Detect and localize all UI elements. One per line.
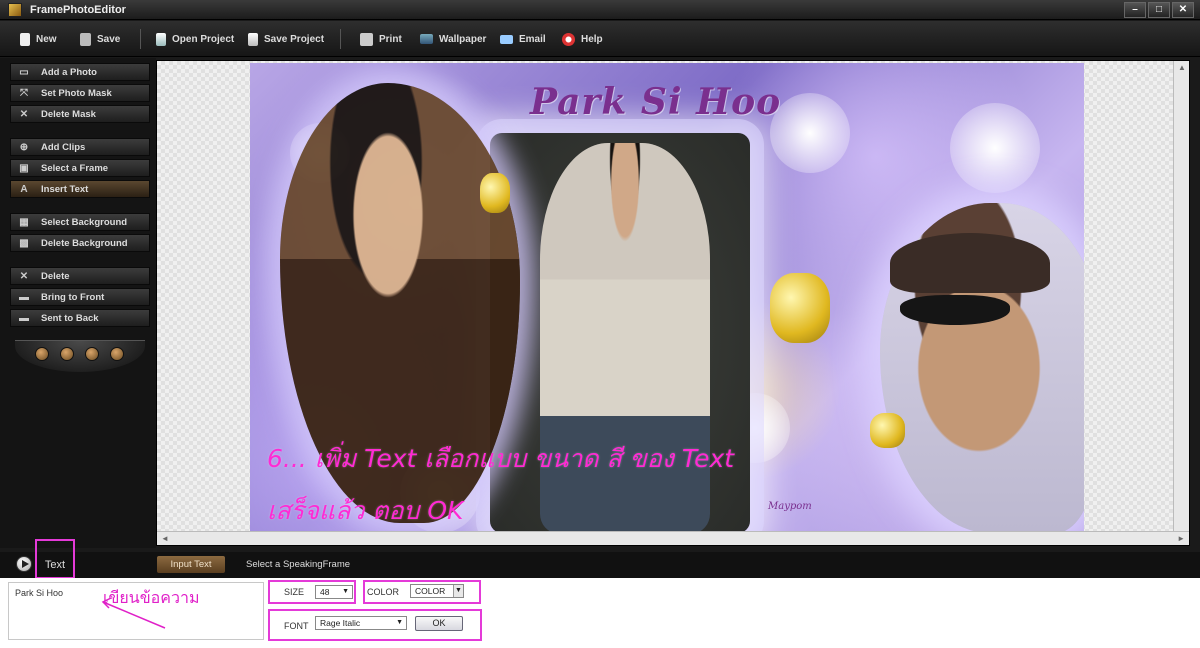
sunglasses-shape bbox=[900, 295, 1010, 325]
chevron-down-icon: ▼ bbox=[453, 585, 463, 597]
print-button[interactable]: Print bbox=[360, 31, 402, 47]
font-label: FONT bbox=[284, 621, 309, 631]
sidebar-item-bring-to-front[interactable]: ▬ Bring to Front bbox=[10, 288, 150, 306]
annotation-text: เขียนข้อความ bbox=[103, 588, 200, 607]
background-icon: ▦ bbox=[19, 216, 29, 228]
sparkle bbox=[950, 103, 1040, 193]
sidebar-item-insert-text[interactable]: A Insert Text bbox=[10, 180, 150, 198]
frame-icon: ▣ bbox=[19, 162, 29, 174]
toolbar-divider bbox=[140, 29, 141, 49]
tools-sidebar: ▭ Add a Photo ⤧ Set Photo Mask ✕ Delete … bbox=[0, 58, 156, 548]
mask-icon: ⤧ bbox=[20, 87, 28, 99]
delete-mask-icon: ✕ bbox=[19, 108, 29, 120]
open-project-button[interactable]: Open Project bbox=[156, 31, 234, 47]
sidebar-item-set-photo-mask[interactable]: ⤧ Set Photo Mask bbox=[10, 84, 150, 102]
gem bbox=[770, 273, 830, 343]
email-button[interactable]: Email bbox=[500, 31, 546, 47]
sidebar-item-select-frame[interactable]: ▣ Select a Frame bbox=[10, 159, 150, 177]
scroll-right-icon[interactable]: ► bbox=[1177, 534, 1185, 543]
sidebar-item-delete-background[interactable]: ▩ Delete Background bbox=[10, 234, 150, 252]
save-project-icon bbox=[248, 32, 258, 46]
new-icon bbox=[20, 32, 30, 46]
ok-button[interactable]: OK bbox=[415, 616, 463, 631]
scroll-up-icon[interactable]: ▲ bbox=[1178, 63, 1186, 72]
zoom-in-icon[interactable] bbox=[35, 347, 49, 361]
delete-icon: ✕ bbox=[19, 270, 29, 282]
cap-shape bbox=[890, 233, 1050, 293]
photo-title-text[interactable]: Park Si Hoo bbox=[530, 81, 781, 123]
color-label: COLOR bbox=[367, 587, 400, 597]
title-bar: FramePhotoEditor – □ ✕ bbox=[0, 0, 1200, 20]
email-icon bbox=[500, 34, 513, 44]
maximize-button[interactable]: □ bbox=[1148, 2, 1170, 18]
tab-input-text[interactable]: Input Text bbox=[157, 556, 225, 573]
zoom-dock bbox=[15, 340, 145, 372]
front-icon: ▬ bbox=[19, 291, 29, 303]
sparkle bbox=[770, 93, 850, 173]
close-button[interactable]: ✕ bbox=[1172, 2, 1194, 18]
toolbar-divider bbox=[340, 29, 341, 49]
editor-canvas[interactable]: Park Si Hoo Maypom 6... เพิ่ม Text เลือก… bbox=[156, 60, 1190, 546]
delete-background-icon: ▩ bbox=[19, 237, 29, 249]
add-photo-icon: ▭ bbox=[19, 66, 29, 78]
chevron-down-icon: ▼ bbox=[342, 588, 349, 595]
save-project-button[interactable]: Save Project bbox=[248, 31, 324, 47]
color-select[interactable]: COLOR ▼ bbox=[410, 584, 464, 598]
open-project-icon bbox=[156, 32, 166, 46]
sidebar-item-select-background[interactable]: ▦ Select Background bbox=[10, 213, 150, 231]
fit-icon[interactable] bbox=[60, 347, 74, 361]
clips-icon: ⊕ bbox=[19, 141, 29, 153]
text-properties-panel: Park Si Hoo เขียนข้อความ SIZE 48 ▼ COLOR… bbox=[0, 578, 1200, 648]
back-icon: ▬ bbox=[19, 312, 29, 324]
gem bbox=[870, 413, 905, 448]
horizontal-scrollbar[interactable]: ◄ ► bbox=[157, 531, 1189, 545]
zoom-out-icon[interactable] bbox=[110, 347, 124, 361]
app-icon bbox=[8, 3, 22, 17]
new-button[interactable]: New bbox=[20, 31, 57, 47]
help-icon bbox=[562, 32, 575, 46]
size-label: SIZE bbox=[284, 587, 305, 597]
signature-text: Maypom bbox=[768, 501, 812, 512]
tab-select-speaking-frame[interactable]: Select a SpeakingFrame bbox=[246, 559, 350, 570]
wallpaper-button[interactable]: Wallpaper bbox=[420, 31, 486, 47]
font-select[interactable]: Rage Italic ▼ bbox=[315, 616, 407, 630]
text-icon: A bbox=[20, 183, 28, 195]
minimize-button[interactable]: – bbox=[1124, 2, 1146, 18]
wallpaper-icon bbox=[420, 34, 433, 44]
play-icon[interactable] bbox=[16, 556, 32, 572]
sidebar-item-add-clips[interactable]: ⊕ Add Clips bbox=[10, 138, 150, 156]
instruction-line-2: เสร็จแล้ว ตอบ OK bbox=[267, 496, 464, 525]
sidebar-item-delete-mask[interactable]: ✕ Delete Mask bbox=[10, 105, 150, 123]
vertical-scrollbar[interactable]: ▲ bbox=[1173, 61, 1189, 531]
window-controls: – □ ✕ bbox=[1124, 2, 1194, 18]
size-select[interactable]: 48 ▼ bbox=[315, 585, 353, 599]
main-toolbar: New Save Open Project Save Project Print… bbox=[0, 21, 1200, 57]
gem bbox=[480, 173, 510, 213]
text-section-label: Text bbox=[35, 539, 75, 579]
sidebar-item-sent-to-back[interactable]: ▬ Sent to Back bbox=[10, 309, 150, 327]
scroll-left-icon[interactable]: ◄ bbox=[161, 534, 169, 543]
save-button[interactable]: Save bbox=[80, 31, 120, 47]
sidebar-item-add-photo[interactable]: ▭ Add a Photo bbox=[10, 63, 150, 81]
instruction-line-1: 6... เพิ่ม Text เลือกแบบ ขนาด สี ของ Tex… bbox=[267, 444, 735, 473]
save-icon bbox=[80, 32, 91, 46]
actual-size-icon[interactable] bbox=[85, 347, 99, 361]
printer-icon bbox=[360, 32, 373, 46]
sidebar-item-delete[interactable]: ✕ Delete bbox=[10, 267, 150, 285]
help-button[interactable]: Help bbox=[562, 31, 603, 47]
window-title: FramePhotoEditor bbox=[30, 4, 126, 16]
chevron-down-icon: ▼ bbox=[396, 619, 403, 626]
